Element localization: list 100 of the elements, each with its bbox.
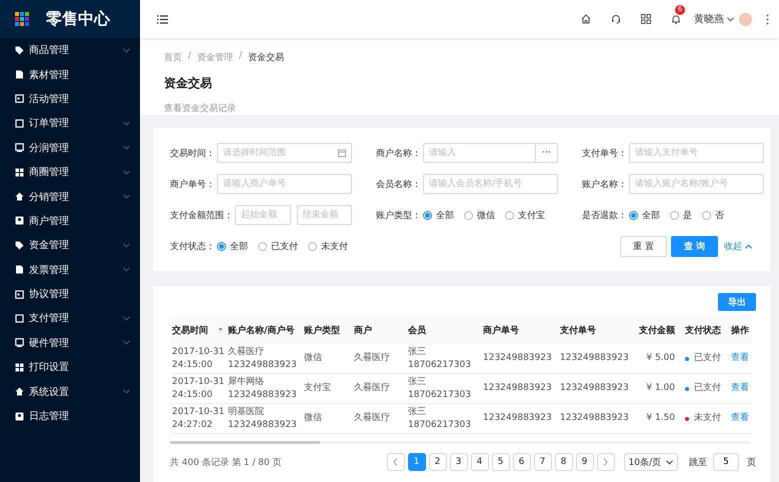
radio-option[interactable]: 否 <box>702 208 724 222</box>
horizontal-scrollbar[interactable] <box>170 441 750 444</box>
radio-button[interactable] <box>702 210 711 220</box>
menu-item-icon <box>15 168 24 177</box>
page-button[interactable]: 8 <box>554 453 573 471</box>
radio-button[interactable] <box>464 210 473 220</box>
page-button[interactable]: 2 <box>428 453 447 471</box>
input-field[interactable]: 请输入会员名称/手机号 <box>423 174 558 194</box>
field-label: 支付单号： <box>582 148 627 160</box>
status-text: 未支付 <box>694 412 721 425</box>
sidebar-menu-item[interactable]: 分润管理 <box>0 136 140 160</box>
radio-option[interactable]: 已支付 <box>258 240 298 253</box>
column-header: 支付单号 <box>558 316 633 344</box>
menu-item-icon <box>15 412 24 421</box>
breadcrumb-separator: / <box>188 51 192 63</box>
input-field[interactable]: 请输入商户单号 <box>217 174 352 194</box>
radio-button[interactable] <box>670 210 679 220</box>
sidebar-menu-item[interactable]: 商户管理 <box>0 208 140 234</box>
member-cell: 张三 18706217303 <box>406 404 481 434</box>
sidebar-menu-item[interactable]: 支付管理 <box>0 306 140 331</box>
avatar[interactable] <box>739 12 752 26</box>
radio-button[interactable] <box>629 210 638 220</box>
field-label: 账户类型： <box>376 210 421 222</box>
radio-button[interactable] <box>258 242 267 251</box>
payment-number-cell: 123249883923 <box>558 404 633 434</box>
page-button[interactable]: 3 <box>450 453 468 471</box>
sidebar-menu-item[interactable]: 商圈管理 <box>0 160 140 184</box>
radio-option[interactable]: 全部 <box>629 208 660 222</box>
next-page-button[interactable] <box>596 453 615 471</box>
more-button[interactable]: ··· <box>536 143 558 163</box>
menu-item-icon <box>15 118 24 128</box>
radio-button[interactable] <box>217 242 226 251</box>
apps-grid-icon[interactable] <box>641 14 651 24</box>
radio-option[interactable]: 支付宝 <box>505 208 545 222</box>
menu-item-icon <box>15 387 24 396</box>
member-cell: 张三 18706217303 <box>406 374 481 404</box>
amount-field[interactable]: 起始金额 <box>235 205 290 225</box>
radio-button[interactable] <box>423 210 432 220</box>
sidebar-menu-item[interactable]: 活动管理 <box>0 86 140 112</box>
jump-page-field[interactable]: 5 <box>713 453 739 471</box>
radio-option[interactable]: 未支付 <box>308 240 348 253</box>
chevron-down-icon <box>727 16 734 22</box>
date-time-cell: 2017-10-31 24:27:02 <box>170 404 226 434</box>
date-range-field[interactable]: 请选择时间范围 <box>217 143 352 163</box>
radio-option[interactable]: 微信 <box>464 208 495 222</box>
menu-item-icon <box>15 314 24 323</box>
headset-icon[interactable] <box>611 14 621 24</box>
input-field[interactable]: 请输入支付单号 <box>629 143 764 163</box>
page-button[interactable]: 9 <box>576 453 594 471</box>
sidebar-menu-item[interactable]: 系统设置 <box>0 379 140 404</box>
sidebar-menu-item[interactable]: 硬件管理 <box>0 330 140 356</box>
more-icon[interactable] <box>766 14 769 24</box>
radio-button[interactable] <box>505 210 514 220</box>
menu-item-icon <box>15 240 24 250</box>
page-title: 资金交易 <box>164 75 213 92</box>
bell-icon[interactable] <box>671 14 681 24</box>
radio-option[interactable]: 是 <box>670 208 692 222</box>
sortable-column-header[interactable]: 交易时间 <box>170 316 226 344</box>
chevron-down-icon <box>666 460 673 464</box>
field-label: 商户单号： <box>170 178 215 190</box>
payment-number-cell: 123249883923 <box>558 374 633 404</box>
column-header: 账户名称/商户号 <box>226 316 302 344</box>
sidebar-menu-item[interactable]: 协议管理 <box>0 282 140 306</box>
sidebar-menu-item[interactable]: 资金管理 <box>0 233 140 258</box>
sidebar-menu-item[interactable]: 打印设置 <box>0 355 140 380</box>
amount-field[interactable]: 结束金额 <box>296 205 352 225</box>
sidebar-menu-item[interactable]: 商品管理 <box>0 38 140 62</box>
reset-button[interactable]: 重 置 <box>620 236 667 257</box>
home-icon[interactable] <box>581 14 591 24</box>
previous-page-button[interactable] <box>386 453 405 471</box>
record-summary: 共 400 条记录 第 1 / 80 页 <box>170 456 282 468</box>
sidebar-menu-item[interactable]: 分销管理 <box>0 184 140 209</box>
page-button[interactable]: 6 <box>512 453 531 471</box>
radio-option[interactable]: 全部 <box>217 240 248 253</box>
amount-cell: ¥ 5.00 <box>633 344 683 374</box>
chevron-up-icon <box>745 244 752 249</box>
sidebar-menu-item[interactable]: 订单管理 <box>0 111 140 136</box>
column-header: 商户 <box>352 316 406 344</box>
menu-icon[interactable] <box>157 14 168 24</box>
app-title: 零售中心 <box>46 8 110 30</box>
input-field[interactable]: 请输入账户名称/账户号 <box>629 174 764 194</box>
date-time-cell: 2017-10-31 24:15:00 <box>170 374 226 404</box>
radio-option[interactable]: 全部 <box>423 208 454 222</box>
page-suffix: 页 <box>747 456 756 468</box>
sidebar-menu-item[interactable]: 素材管理 <box>0 62 140 87</box>
user-name[interactable]: 黄晓燕 <box>694 12 724 26</box>
sidebar-menu-item[interactable]: 发票管理 <box>0 258 140 282</box>
field-label: 支付金额范围： <box>170 210 233 222</box>
page-button[interactable]: 4 <box>470 453 489 471</box>
radio-button[interactable] <box>308 242 317 251</box>
input-field[interactable]: 请输入 <box>423 143 536 163</box>
column-header: 账户类型 <box>302 316 352 344</box>
menu-item-icon <box>15 46 24 55</box>
page-button[interactable]: 7 <box>534 453 552 471</box>
page-button[interactable]: 5 <box>492 453 510 471</box>
field-label: 账户名称： <box>582 178 627 190</box>
sidebar-menu-item[interactable]: 日志管理 <box>0 404 140 428</box>
breadcrumb-separator: / <box>239 51 242 63</box>
payment-number-cell: 123249883923 <box>558 344 633 374</box>
page-size-select[interactable]: 10条/页 <box>624 453 678 471</box>
